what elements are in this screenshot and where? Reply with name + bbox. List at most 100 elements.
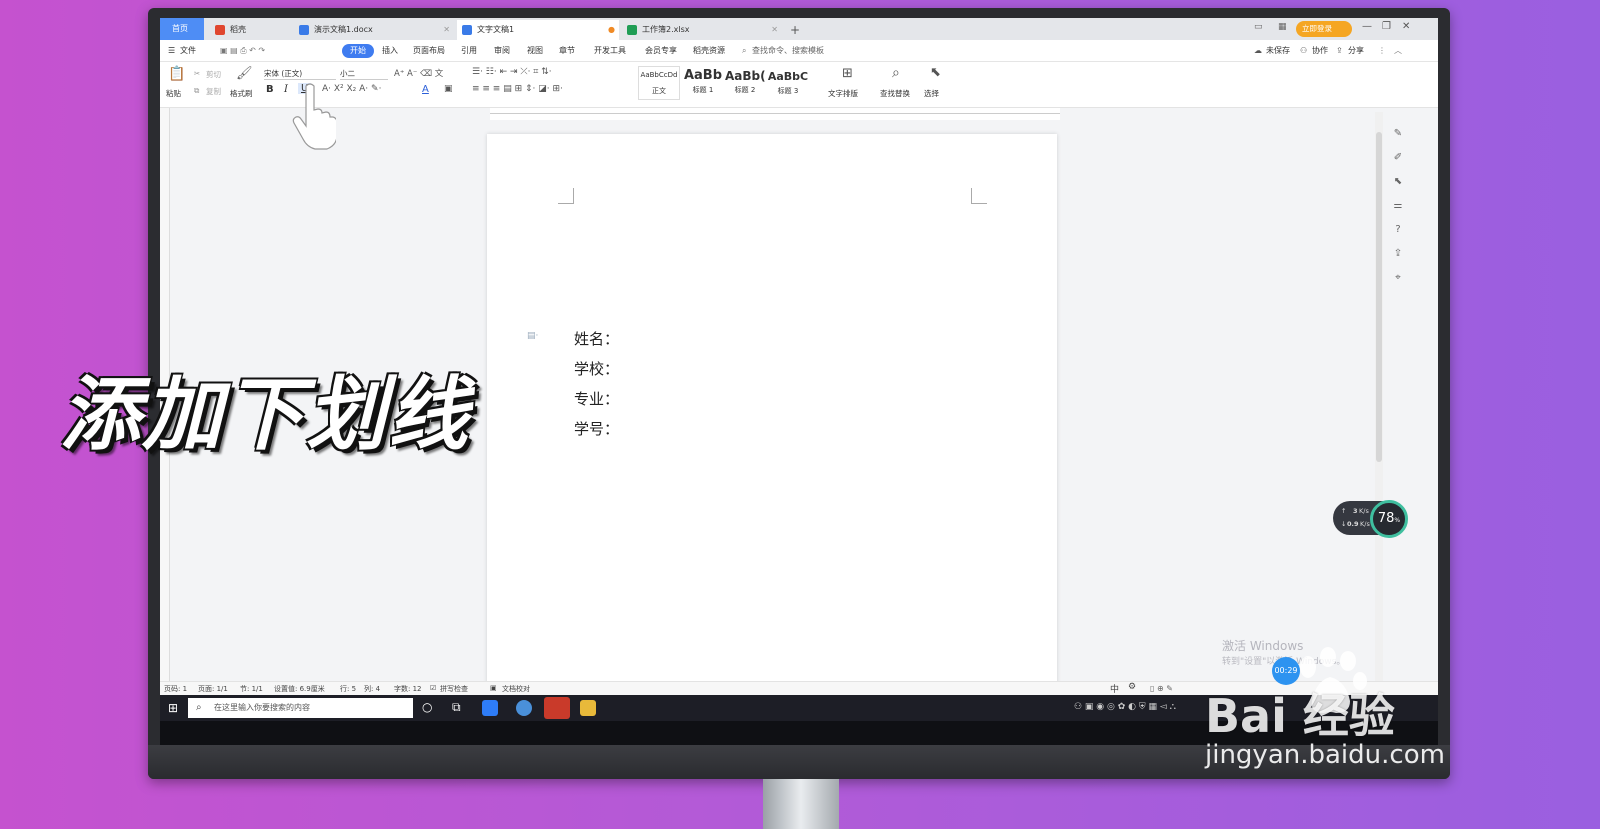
paste-button[interactable]: 粘贴 <box>166 88 181 99</box>
collab-button[interactable]: 协作 <box>1312 45 1328 57</box>
menu-chapter[interactable]: 章节 <box>559 45 575 57</box>
cpu-usage-gauge: 78% <box>1370 500 1408 538</box>
location-icon[interactable]: ⌖ <box>1392 272 1404 284</box>
task-view-icon[interactable]: ⧉ <box>452 700 461 715</box>
pen-icon[interactable]: ✐ <box>1392 152 1404 164</box>
close-icon[interactable]: ✕ <box>443 20 450 40</box>
italic-icon[interactable]: I <box>284 84 288 95</box>
view-mode-icons[interactable]: ▯ ⊕ ✎ <box>1150 684 1173 693</box>
system-tray-icons[interactable]: ⚇ ▣ ◉ ◎ ✿ ◐ ⛨ ▦ ◅ ⛬ <box>1074 702 1176 712</box>
scrollbar-thumb[interactable] <box>1376 132 1382 462</box>
line-name[interactable]: 姓名： <box>574 328 619 349</box>
tab-label: 文字文稿1 <box>477 25 515 34</box>
wps-icon[interactable] <box>544 697 570 719</box>
ime-indicator[interactable]: 中 <box>1110 682 1119 695</box>
menu-developer[interactable]: 开发工具 <box>594 45 626 57</box>
grid-icon[interactable]: ▦ <box>1278 22 1287 32</box>
style-normal[interactable]: AaBbCcDd 正文 <box>638 66 680 100</box>
unsaved-label[interactable]: 未保存 <box>1266 45 1290 57</box>
help-icon[interactable]: ? <box>1392 224 1404 236</box>
font-size-buttons[interactable]: A⁺ A⁻ ⌫ 文 <box>394 67 443 79</box>
format-painter-button[interactable]: 格式刷 <box>230 88 253 99</box>
style-heading-3[interactable]: AaBbC 标题 3 <box>766 66 810 100</box>
align-buttons[interactable]: ≡ ≡ ≡ ▤ ⊞ ⇕· ◪· ⊞· <box>472 84 563 94</box>
menu-review[interactable]: 审阅 <box>494 45 510 57</box>
layout-icon[interactable]: ▭ <box>1254 22 1263 32</box>
menu-member[interactable]: 会员专享 <box>645 45 677 57</box>
style-label: 标题 2 <box>734 86 756 94</box>
document-page[interactable]: ▤· 姓名： 学校： 专业： 学号： <box>487 134 1057 694</box>
vertical-scrollbar[interactable] <box>1375 112 1383 692</box>
menu-references[interactable]: 引用 <box>461 45 477 57</box>
status-row: 行: 5 <box>340 685 357 693</box>
minimize-icon[interactable]: — <box>1362 21 1372 32</box>
windows-start-icon[interactable]: ⊞ <box>168 701 178 715</box>
proof-button[interactable]: 文档校对 <box>502 684 530 694</box>
sheet-icon <box>627 25 637 35</box>
collapse-ribbon-icon[interactable]: ︿ <box>1394 45 1402 57</box>
line-school[interactable]: 学校： <box>574 358 619 379</box>
select-button[interactable]: 选择 <box>924 88 939 99</box>
monitor-stand <box>763 779 839 829</box>
text-layout-button[interactable]: 文字排版 <box>828 88 858 99</box>
find-icon: ⌕ <box>892 65 900 81</box>
restore-icon[interactable]: ❐ <box>1382 21 1391 32</box>
paragraph-handle-icon[interactable]: ▤· <box>527 331 538 341</box>
command-search[interactable]: 查找命令、搜索模板 <box>752 45 824 57</box>
tab-daoke[interactable]: 稻壳 <box>210 20 292 40</box>
tab-bar: 首页 稻壳 演示文稿1.docx ✕ 文字文稿1 ● 工作簿2.xlsx ✕ +… <box>160 18 1438 40</box>
spell-check-icon: ☑ <box>430 684 437 692</box>
file-explorer-icon[interactable] <box>580 700 596 716</box>
menu-daoke-resources[interactable]: 稻壳资源 <box>693 45 725 57</box>
new-tab-button[interactable]: + <box>786 20 806 40</box>
quick-access-icons[interactable]: ▣ ▤ ⎙ ↶ ↷ <box>220 45 265 57</box>
cpu-percent: 78 <box>1377 511 1395 526</box>
proof-icon: ▣ <box>490 684 497 692</box>
file-menu[interactable]: 文件 <box>180 45 196 57</box>
cortana-icon[interactable]: ○ <box>422 700 432 714</box>
bold-icon[interactable]: B <box>266 84 274 95</box>
menu-view[interactable]: 视图 <box>527 45 543 57</box>
list-buttons[interactable]: ☰· ☷· ⇤ ⇥ ⤫· ⌗ ⇅· <box>472 67 552 77</box>
login-button[interactable]: 立即登录 <box>1296 21 1352 37</box>
taskbar-search-input[interactable]: ⌕ 在这里输入你要搜索的内容 <box>188 698 413 718</box>
share-button[interactable]: 分享 <box>1348 45 1364 57</box>
hamburger-icon[interactable]: ☰ <box>168 45 175 57</box>
style-heading-2[interactable]: AaBb( 标题 2 <box>724 66 766 100</box>
font-size-select[interactable]: 小二 <box>340 68 388 80</box>
menu-page-layout[interactable]: 页面布局 <box>413 45 445 57</box>
char-border-icon[interactable]: ▣ <box>444 84 453 94</box>
menu-insert[interactable]: 插入 <box>382 45 398 57</box>
find-replace-button[interactable]: 查找替换 <box>880 88 910 99</box>
tab-spreadsheet[interactable]: 工作簿2.xlsx ✕ <box>622 20 782 40</box>
settings-sliders-icon[interactable]: ⚌ <box>1392 200 1404 212</box>
paste-icon[interactable]: 📋 <box>168 66 185 82</box>
tab-presentation[interactable]: 演示文稿1.docx ✕ <box>294 20 454 40</box>
brush-icon[interactable]: ✎ <box>1392 128 1404 140</box>
font-color-icon[interactable]: A <box>422 84 429 95</box>
close-icon[interactable]: ✕ <box>771 20 778 40</box>
app-icon[interactable] <box>516 700 532 716</box>
cut-button[interactable]: 剪切 <box>206 69 221 80</box>
spell-check-button[interactable]: 拼写检查 <box>440 684 468 694</box>
line-major[interactable]: 专业： <box>574 388 619 409</box>
line-student-id[interactable]: 学号： <box>574 418 619 439</box>
close-window-icon[interactable]: ✕ <box>1402 21 1410 32</box>
gear-icon[interactable]: ⚙ <box>1128 682 1136 692</box>
right-toolbar: ✎ ✐ ⬉ ⚌ ? ⇪ ⌖ <box>1386 118 1410 318</box>
cpu-unit: % <box>1394 517 1401 524</box>
unsaved-dot-icon: ● <box>608 25 615 34</box>
copy-button[interactable]: 复制 <box>206 86 221 97</box>
baidu-jingyan-watermark: Bai 经验 <box>1205 689 1395 743</box>
share-doc-icon[interactable]: ⇪ <box>1392 248 1404 260</box>
browser-icon[interactable] <box>482 700 498 716</box>
text-layout-icon: ⊞ <box>842 66 853 81</box>
cursor-select-icon: ⬉ <box>930 65 941 80</box>
tab-home[interactable]: 首页 <box>160 18 204 40</box>
style-heading-1[interactable]: AaBb 标题 1 <box>682 66 724 100</box>
font-name-select[interactable]: 宋体 (正文) <box>264 68 336 80</box>
more-icon[interactable]: ⋮ <box>1378 45 1386 57</box>
menu-start[interactable]: 开始 <box>342 44 374 58</box>
tab-active-document[interactable]: 文字文稿1 ● <box>457 20 619 40</box>
pointer-icon[interactable]: ⬉ <box>1392 176 1404 188</box>
